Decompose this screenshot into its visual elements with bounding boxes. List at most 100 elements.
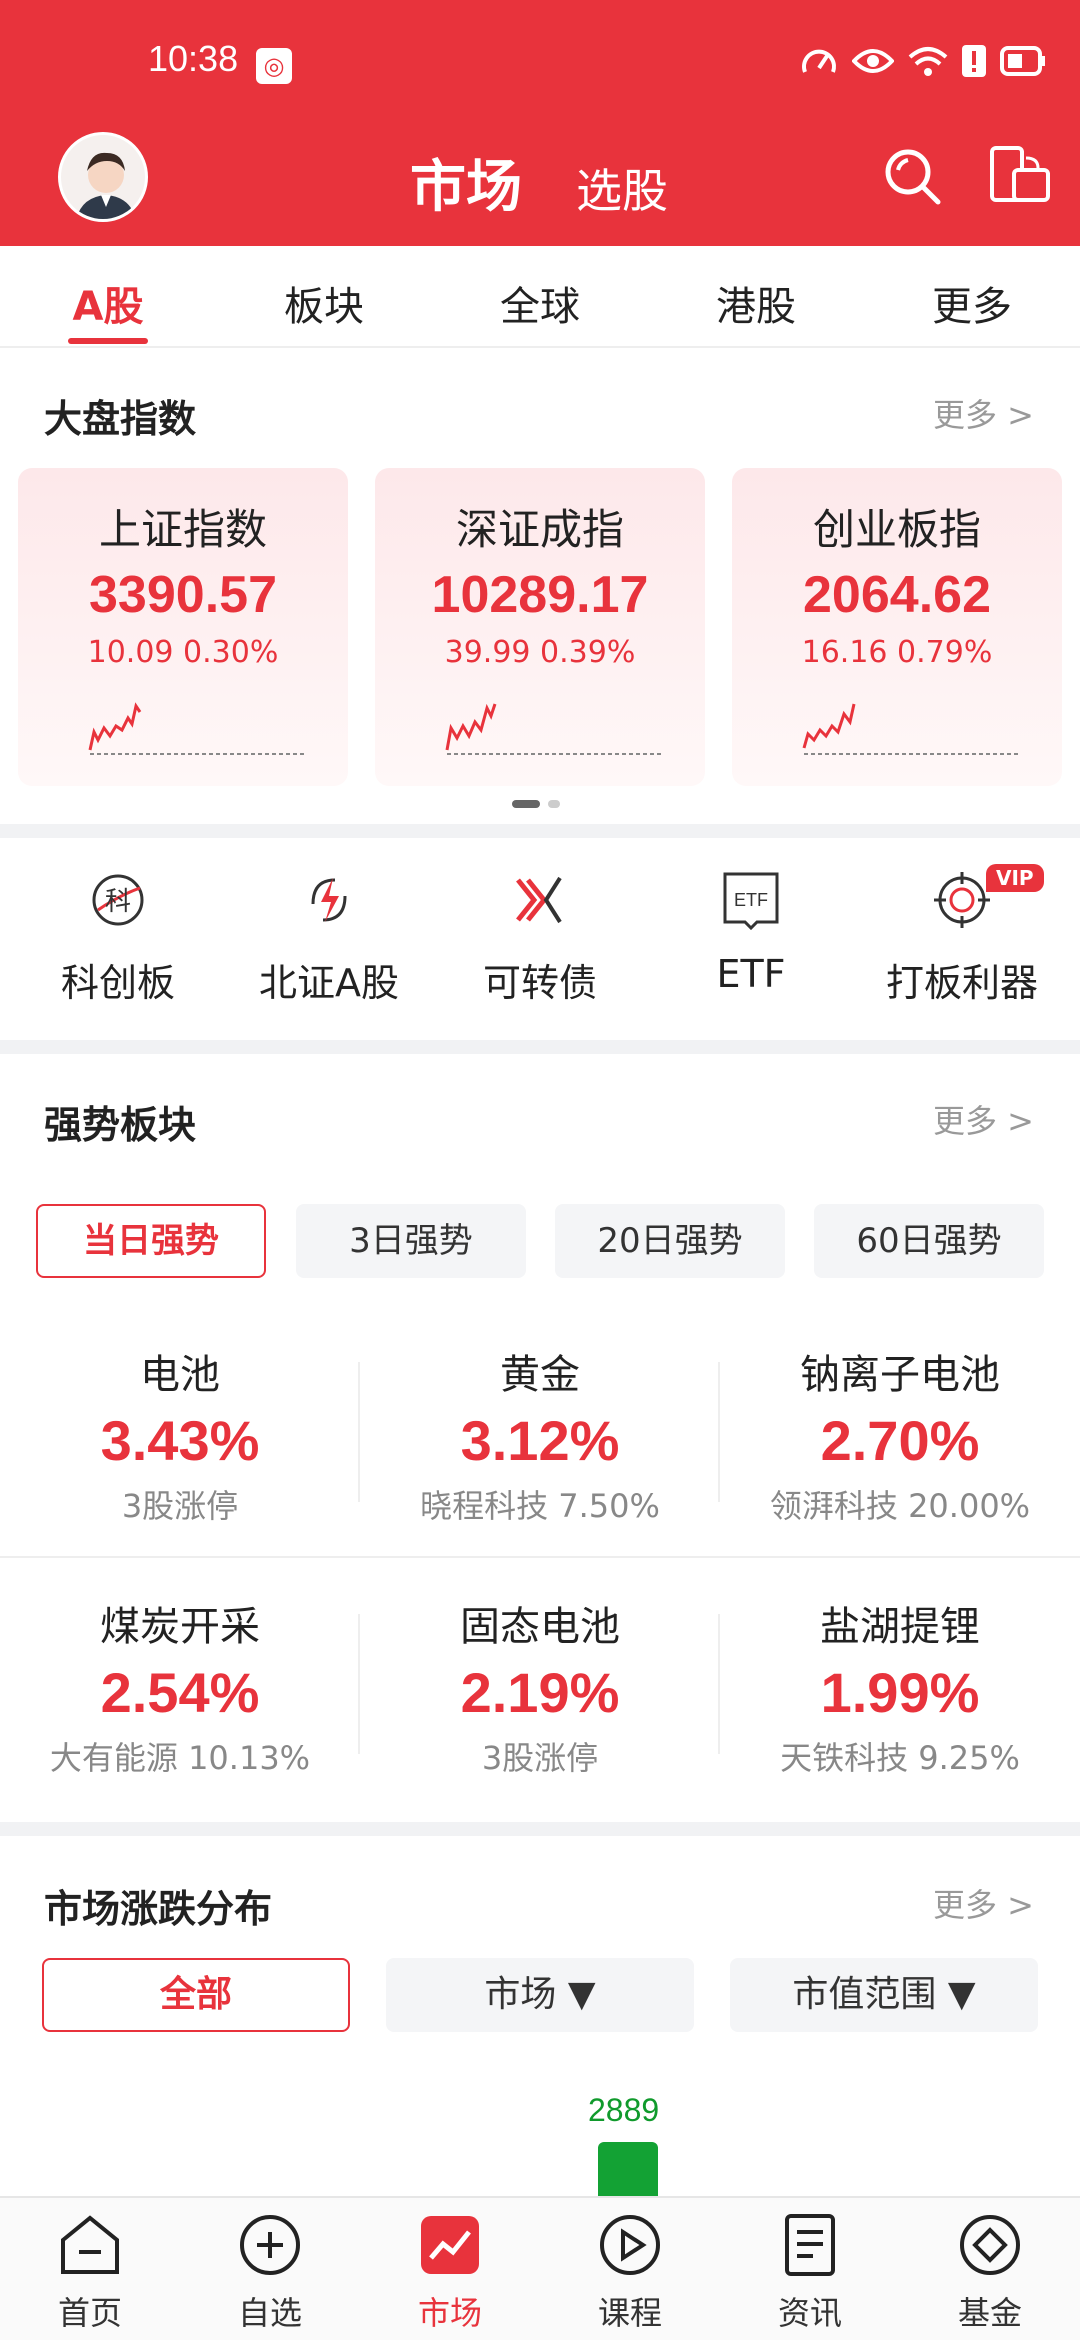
filter-today-strong[interactable]: 当日强势 (36, 1204, 266, 1278)
section-divider (0, 1040, 1080, 1054)
tab-global[interactable]: 全球 (460, 274, 620, 332)
index-change: 16.16 0.79% (801, 635, 993, 670)
sector-card[interactable]: 盐湖提锂 1.99% 天铁科技 9.25% (730, 1594, 1070, 1779)
eye-icon (852, 49, 894, 73)
svg-text:ETF: ETF (734, 890, 768, 910)
index-sparkline (88, 702, 304, 755)
vip-badge: VIP (986, 864, 1044, 892)
sector-change: 2.70% (820, 1409, 980, 1472)
tab-sectors[interactable]: 板块 (244, 274, 404, 332)
column-divider (358, 1614, 360, 1754)
tab-more[interactable]: 更多 (892, 274, 1052, 332)
filter-60day-strong[interactable]: 60日强势 (814, 1204, 1044, 1278)
filter-3day-strong[interactable]: 3日强势 (296, 1204, 526, 1278)
quick-entry-kechuang[interactable]: 科 科创板 (18, 870, 218, 1007)
sector-note: 3股涨停 (121, 1487, 239, 1525)
market-tabs: A股 板块 全球 港股 更多 (0, 246, 1080, 348)
indices-more-link[interactable]: 更多 > (933, 390, 1034, 436)
carousel-dot-active (512, 800, 540, 808)
target-icon (934, 872, 990, 928)
sector-note: 领湃科技 20.00% (769, 1487, 1031, 1525)
sector-name: 煤炭开采 (100, 1604, 260, 1650)
index-name: 上证指数 (98, 505, 267, 554)
index-change: 39.99 0.39% (444, 635, 636, 670)
filter-market-dropdown[interactable]: 市场 ▼ (386, 1958, 694, 2032)
filter-20day-strong[interactable]: 20日强势 (555, 1204, 785, 1278)
index-value: 10289.17 (431, 566, 649, 624)
filter-market-cap-dropdown[interactable]: 市值范围 ▼ (730, 1958, 1038, 2032)
distribution-title: 市场涨跌分布 (44, 1887, 273, 1931)
nav-label: 自选 (237, 2294, 302, 2332)
sector-note: 3股涨停 (481, 1739, 599, 1777)
etf-icon: ETF (723, 872, 779, 931)
index-card-shenzhen[interactable]: 深证成指 10289.17 39.99 0.39% (375, 468, 705, 786)
bottom-navigation: 首页 自选 市场 课程 资讯 基金 (0, 2196, 1080, 2340)
column-divider (358, 1362, 360, 1502)
search-icon[interactable] (880, 144, 946, 210)
strong-sectors-more-link[interactable]: 更多 > (933, 1096, 1034, 1142)
tab-hk-shares[interactable]: 港股 (676, 274, 836, 332)
indices-title: 大盘指数 (44, 397, 197, 441)
screen-switch-icon[interactable] (986, 144, 1052, 210)
section-divider (0, 1822, 1080, 1836)
quick-entry-etf[interactable]: ETF ETF (651, 870, 851, 996)
column-divider (718, 1362, 720, 1502)
sector-card[interactable]: 黄金 3.12% 晓程科技 7.50% (370, 1342, 710, 1527)
sector-card[interactable]: 钠离子电池 2.70% 领湃科技 20.00% (730, 1342, 1070, 1527)
index-name: 深证成指 (455, 505, 624, 554)
news-icon (785, 2214, 835, 2276)
index-sparkline (445, 703, 661, 755)
kechuang-icon: 科 (92, 874, 144, 926)
stock-picker-tab[interactable]: 选股 (576, 155, 668, 221)
column-divider (718, 1614, 720, 1754)
user-avatar[interactable] (58, 132, 148, 222)
sector-change: 2.54% (100, 1661, 260, 1724)
sector-name: 固态电池 (460, 1604, 620, 1650)
nav-home[interactable]: 首页 (20, 2212, 160, 2334)
tab-a-shares[interactable]: A股 (28, 274, 188, 332)
sector-card[interactable]: 电池 3.43% 3股涨停 (10, 1342, 350, 1527)
battery-icon (1000, 46, 1045, 76)
sector-card[interactable]: 固态电池 2.19% 3股涨停 (370, 1594, 710, 1779)
nav-market[interactable]: 市场 (380, 2212, 520, 2334)
row-divider (0, 1556, 1080, 1558)
nav-label: 首页 (57, 2294, 122, 2332)
quick-entry-convertible-bond[interactable]: 可转债 (440, 870, 640, 1007)
filter-all[interactable]: 全部 (42, 1958, 350, 2032)
index-value: 2064.62 (803, 566, 991, 624)
sector-note: 天铁科技 9.25% (780, 1739, 1020, 1777)
status-icons (800, 44, 1046, 78)
quick-entry-label: ETF (716, 952, 786, 996)
nav-fund[interactable]: 基金 (920, 2212, 1060, 2334)
sector-name: 电池 (140, 1352, 220, 1398)
market-chart-icon (421, 2216, 479, 2274)
quick-entry-beijing[interactable]: 北证A股 (229, 870, 429, 1007)
nav-news[interactable]: 资讯 (740, 2212, 880, 2334)
sector-card[interactable]: 煤炭开采 2.54% 大有能源 10.13% (10, 1594, 350, 1779)
distribution-more-link[interactable]: 更多 > (933, 1880, 1034, 1926)
sector-name: 盐湖提锂 (820, 1604, 980, 1650)
quick-entry-label: 北证A股 (259, 961, 399, 1005)
active-tab-indicator (68, 338, 148, 344)
convertible-bond-icon (516, 876, 562, 924)
page-title[interactable]: 市场 (410, 142, 522, 223)
wifi-icon (908, 47, 948, 76)
carousel-indicator (512, 800, 560, 808)
nav-label: 市场 (417, 2294, 482, 2332)
index-name: 创业板指 (812, 505, 981, 554)
top-header: 10:38 ◎ 市场 选股 (0, 0, 1080, 246)
app-notification-icon: ◎ (256, 48, 292, 84)
nav-courses[interactable]: 课程 (560, 2212, 700, 2334)
fund-icon (960, 2215, 1020, 2275)
sector-name: 黄金 (500, 1352, 580, 1398)
sector-change: 3.43% (100, 1409, 260, 1472)
index-card-shanghai[interactable]: 上证指数 3390.57 10.09 0.30% (18, 468, 348, 786)
speed-icon (802, 49, 836, 73)
nav-label: 资讯 (777, 2294, 842, 2332)
nav-watchlist[interactable]: 自选 (200, 2212, 340, 2334)
section-divider (0, 824, 1080, 838)
nav-label: 基金 (957, 2294, 1022, 2332)
strong-sectors-title: 强势板块 (44, 1103, 197, 1147)
distribution-bar (598, 2142, 658, 2202)
index-card-chinext[interactable]: 创业板指 2064.62 16.16 0.79% (732, 468, 1062, 786)
